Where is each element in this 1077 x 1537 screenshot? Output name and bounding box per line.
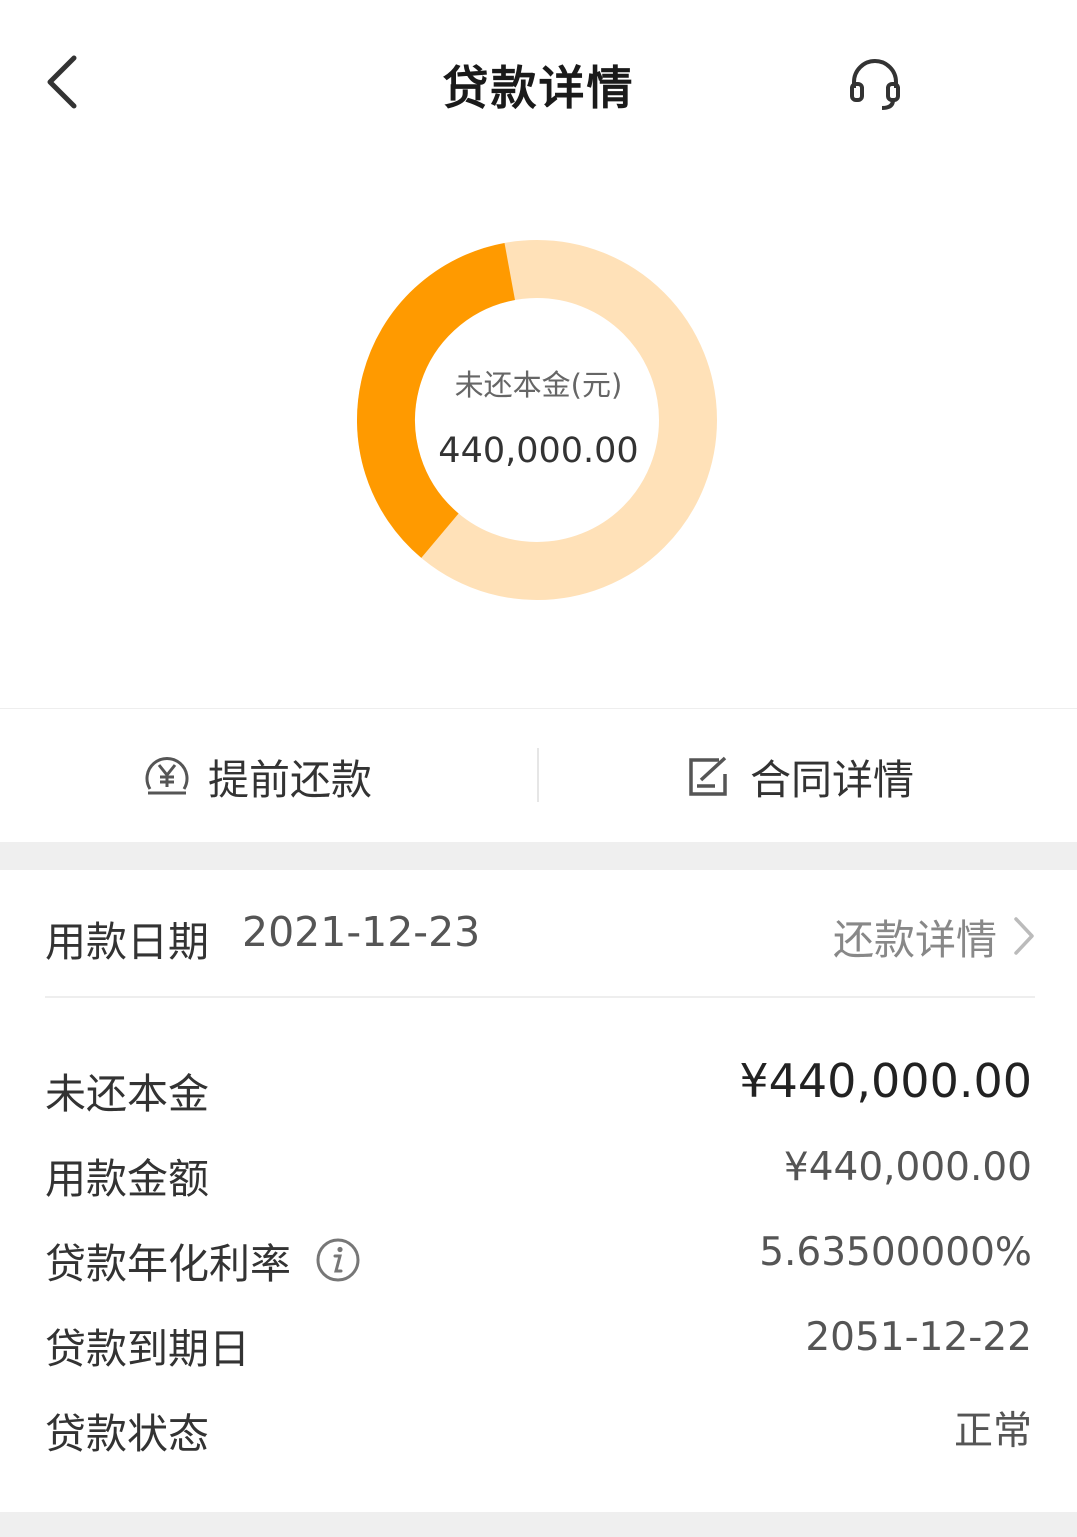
page-title: 贷款详情 (442, 61, 635, 115)
yen-circle-icon (140, 749, 194, 803)
action-divider (537, 748, 539, 802)
maturity-date-value: 2051-12-22 (805, 1315, 1032, 1360)
donut-label: 未还本金(元) (454, 368, 623, 402)
loan-status-value: 正常 (953, 1409, 1032, 1454)
loan-date-label: 用款日期 (45, 918, 209, 966)
principal-donut-chart (357, 240, 717, 600)
loan-status-label: 贷款状态 (45, 1410, 209, 1458)
info-icon[interactable] (315, 1237, 361, 1283)
customer-service-button[interactable] (842, 50, 908, 116)
donut-value: 440,000.00 (438, 431, 639, 471)
contract-details-button[interactable]: 合同详情 (682, 709, 914, 843)
section-gap (0, 842, 1077, 870)
summary-section: 贷款详情 未还本金(元) 440,000.00 (0, 0, 1077, 708)
contract-details-label: 合同详情 (750, 756, 914, 804)
repayment-details-label: 还款详情 (833, 916, 997, 964)
annual-rate-row: 贷款年化利率 5.63500000% (45, 1220, 1032, 1290)
outstanding-principal-value: ¥440,000.00 (739, 1054, 1032, 1108)
headset-icon (850, 59, 900, 110)
loan-amount-row: 用款金额 ¥440,000.00 (45, 1135, 1032, 1205)
maturity-date-row: 贷款到期日 2051-12-22 (45, 1305, 1032, 1375)
outstanding-principal-label: 未还本金 (45, 1070, 209, 1118)
loan-amount-label: 用款金额 (45, 1155, 209, 1203)
annual-rate-label: 贷款年化利率 (45, 1240, 291, 1288)
loan-info-card: 用款日期 2021-12-23 还款详情 未还本金 ¥440,000.00 用款… (0, 870, 1077, 1512)
chevron-right-icon (1014, 917, 1034, 955)
prepay-label: 提前还款 (208, 756, 372, 804)
outstanding-principal-row: 未还本金 ¥440,000.00 (45, 1050, 1032, 1120)
donut-svg (357, 240, 717, 600)
annual-rate-value: 5.63500000% (759, 1230, 1032, 1275)
loan-date-value: 2021-12-23 (242, 908, 481, 956)
annual-rate-label-wrap: 贷款年化利率 (45, 1230, 361, 1290)
repayment-details-link[interactable]: 还款详情 (833, 908, 1035, 964)
edit-document-icon (682, 749, 736, 803)
bottom-gap (0, 1512, 1077, 1537)
maturity-date-label: 贷款到期日 (45, 1325, 250, 1373)
loan-status-row: 贷款状态 正常 (45, 1390, 1032, 1460)
loan-date-row: 用款日期 2021-12-23 还款详情 (45, 870, 1035, 998)
prepay-button[interactable]: 提前还款 (140, 709, 372, 843)
loan-amount-value: ¥440,000.00 (783, 1145, 1032, 1190)
nav-bar: 贷款详情 (0, 0, 1077, 165)
